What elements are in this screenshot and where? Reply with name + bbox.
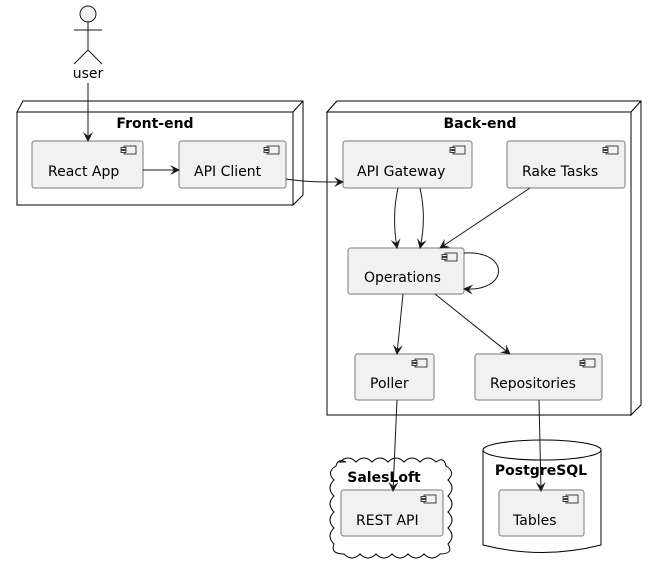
component-react-app[interactable]: React App <box>31 140 144 189</box>
api-client-label: API Client <box>194 164 262 180</box>
user-actor-icon <box>73 5 103 65</box>
rest-api-label: REST API <box>356 513 419 529</box>
component-api-gateway[interactable]: API Gateway <box>342 140 473 189</box>
operations-label: Operations <box>364 270 441 286</box>
poller-label: Poller <box>370 376 409 392</box>
component-api-client[interactable]: API Client <box>178 140 287 189</box>
deployment-diagram: user Front-end Back-end SalesLoft Postgr… <box>16 5 642 559</box>
tables-label: Tables <box>512 513 557 529</box>
backend-title: Back-end <box>443 116 516 132</box>
frontend-title: Front-end <box>116 116 193 132</box>
component-rest-api[interactable]: REST API <box>340 489 444 537</box>
component-poller[interactable]: Poller <box>354 353 435 401</box>
component-rake-tasks[interactable]: Rake Tasks <box>506 140 626 189</box>
react-app-label: React App <box>48 164 119 180</box>
repositories-label: Repositories <box>490 376 576 392</box>
component-repositories[interactable]: Repositories <box>474 353 603 401</box>
actor-user: user <box>73 5 104 82</box>
rake-tasks-label: Rake Tasks <box>522 164 598 180</box>
salesloft-title: SalesLoft <box>347 470 421 486</box>
api-gateway-label: API Gateway <box>357 164 445 180</box>
component-operations[interactable]: Operations <box>347 247 465 295</box>
actor-label: user <box>73 66 104 82</box>
component-tables[interactable]: Tables <box>498 489 585 537</box>
